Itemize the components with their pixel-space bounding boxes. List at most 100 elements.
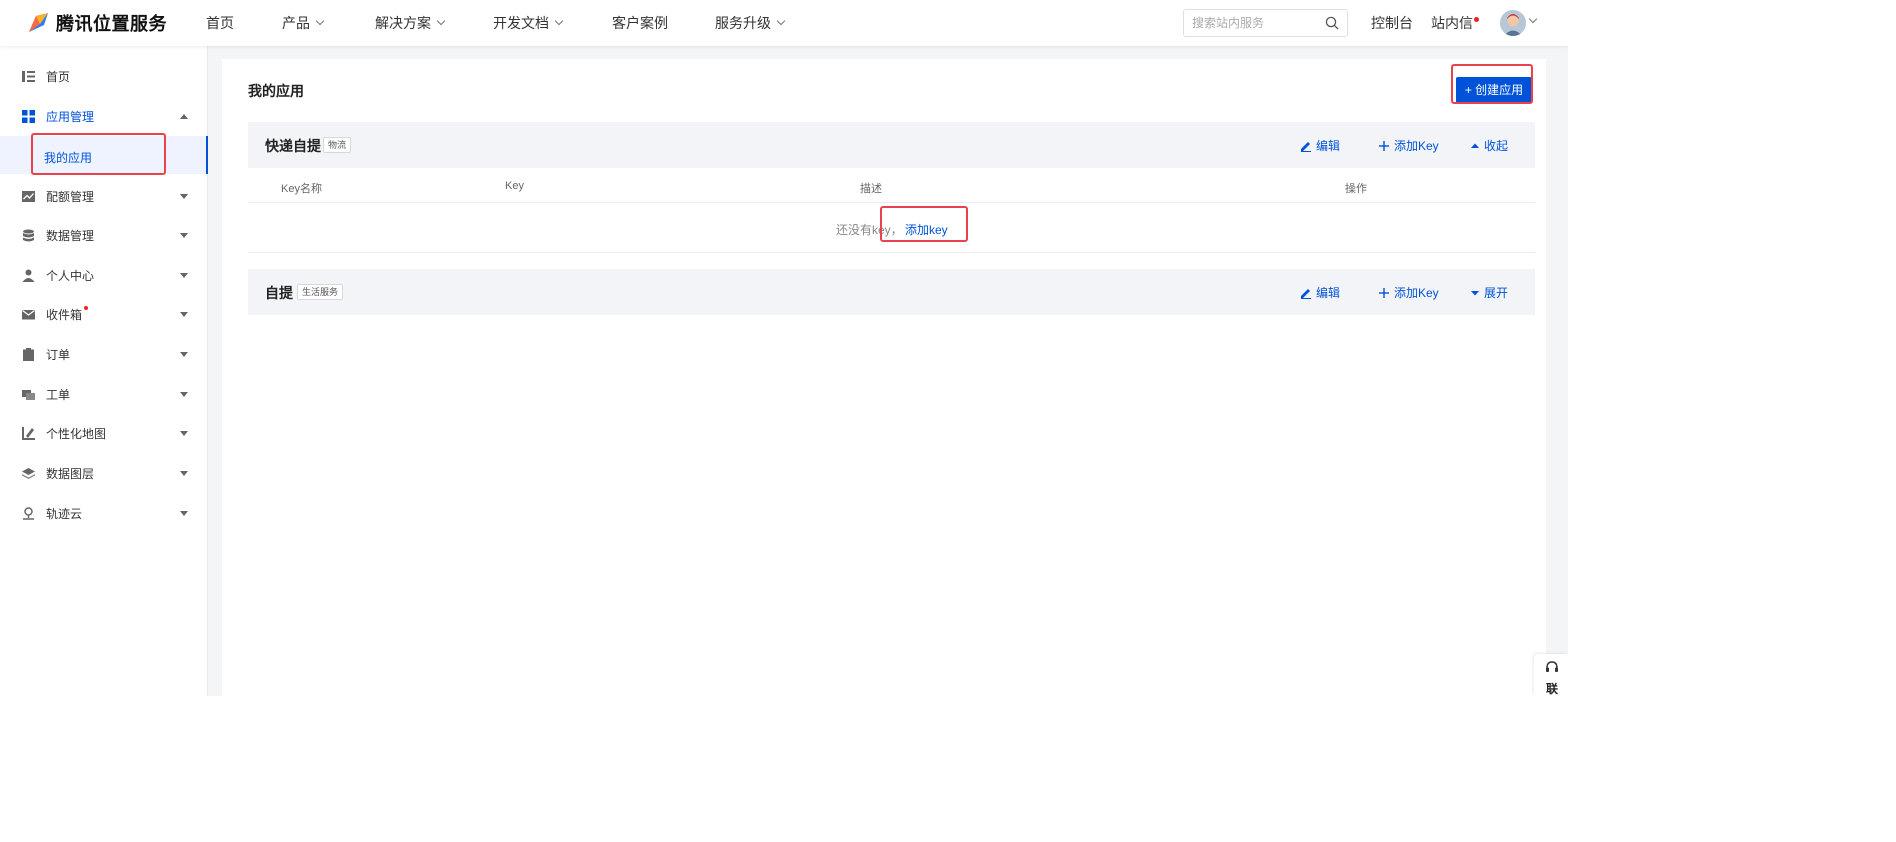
add-key-button[interactable]: 添加Key	[1378, 137, 1439, 154]
layers-icon	[22, 467, 35, 479]
chevron-down-icon	[776, 16, 786, 26]
sidebar-item-label: 轨迹云	[46, 506, 83, 521]
app-root: 腾讯位置服务 首页 产品 解决方案 开发文档 客户案例 服务升级 控制台 站内信	[0, 0, 1568, 696]
sidebar-item-label: 个人中心	[46, 268, 95, 283]
search-input[interactable]	[1192, 15, 1322, 31]
sidebar: 首页 应用管理 我的应用 配额管理 数据管理 个人中心 收件箱 订单 工单 个性…	[0, 46, 208, 696]
column-header-key: Key	[505, 180, 524, 192]
edit-icon	[1301, 141, 1311, 152]
sidebar-item-inbox[interactable]: 收件箱	[0, 294, 208, 334]
edit-label: 编辑	[1316, 286, 1341, 300]
sidebar-item-trajectory-cloud[interactable]: 轨迹云	[0, 493, 208, 533]
chart-icon	[22, 190, 35, 202]
sidebar-item-label: 数据图层	[46, 466, 95, 481]
sidebar-item-quota[interactable]: 配额管理	[0, 176, 208, 216]
support-label: 联	[1546, 682, 1559, 696]
expand-button[interactable]: 展开	[1470, 284, 1508, 301]
sidebar-item-data-layers[interactable]: 数据图层	[0, 453, 208, 493]
nav-solutions-label: 解决方案	[375, 15, 431, 31]
app-category-tag: 生活服务	[297, 284, 344, 300]
app-card-header: 自提 生活服务 编辑 添加Key 展开	[248, 269, 1535, 315]
create-app-button[interactable]: + 创建应用	[1456, 77, 1532, 103]
sidebar-item-label: 数据管理	[46, 228, 95, 243]
ticket-icon	[22, 389, 35, 400]
nav-upgrade-label: 服务升级	[715, 15, 771, 31]
column-header-actions: 操作	[1345, 183, 1367, 195]
caret-down-icon	[180, 311, 188, 317]
sidebar-item-custom-map[interactable]: 个性化地图	[0, 413, 208, 453]
page-title: 我的应用	[248, 83, 304, 99]
caret-down-icon	[180, 272, 188, 278]
sidebar-item-label: 应用管理	[46, 109, 95, 124]
headset-icon	[1546, 661, 1558, 672]
app-category-tag: 物流	[323, 137, 352, 153]
sidebar-item-label: 个性化地图	[46, 426, 107, 441]
database-icon	[23, 229, 34, 241]
plus-icon	[1379, 287, 1389, 298]
column-header-key-name: Key名称	[281, 183, 322, 195]
chevron-down-icon[interactable]	[1528, 14, 1538, 24]
collapse-label: 收起	[1484, 139, 1509, 153]
caret-down-icon	[180, 193, 188, 199]
brand-logo[interactable]: 腾讯位置服务	[26, 10, 167, 36]
sidebar-item-tickets[interactable]: 工单	[0, 374, 208, 414]
brand-name: 腾讯位置服务	[56, 14, 167, 34]
caret-down-icon	[180, 351, 188, 357]
nav-docs[interactable]: 开发文档	[493, 0, 564, 46]
caret-down-icon	[180, 510, 188, 516]
sidebar-item-label: 订单	[46, 347, 71, 362]
edit-button[interactable]: 编辑	[1300, 137, 1340, 154]
inbox-text: 收件箱	[46, 307, 83, 322]
column-header-description: 描述	[860, 183, 882, 195]
nav-products-label: 产品	[282, 15, 310, 31]
edit-icon	[1301, 288, 1311, 299]
nav-cases[interactable]: 客户案例	[612, 0, 668, 46]
nav-docs-label: 开发文档	[493, 15, 549, 31]
sidebar-subitem-label: 我的应用	[44, 151, 93, 165]
sidebar-item-data[interactable]: 数据管理	[0, 215, 208, 255]
sidebar-item-label: 配额管理	[46, 189, 95, 204]
sidebar-item-orders[interactable]: 订单	[0, 334, 208, 374]
sidebar-item-label: 收件箱	[46, 305, 89, 323]
unread-dot	[84, 305, 89, 310]
custom-map-icon	[22, 426, 35, 440]
support-widget[interactable]: 联	[1534, 654, 1568, 696]
list-icon	[22, 70, 35, 82]
expand-label: 展开	[1484, 286, 1509, 300]
collapse-button[interactable]: 收起	[1470, 137, 1508, 154]
sidebar-item-app-management[interactable]: 应用管理	[0, 96, 208, 136]
inbox-link[interactable]: 站内信	[1431, 0, 1479, 46]
caret-down-icon	[180, 391, 188, 397]
caret-down-icon	[1471, 290, 1479, 295]
chevron-down-icon	[554, 16, 564, 26]
avatar[interactable]	[1500, 10, 1526, 36]
location-icon	[23, 506, 34, 520]
caret-down-icon	[180, 470, 188, 476]
add-key-link[interactable]: 添加key	[905, 221, 948, 238]
edit-button[interactable]: 编辑	[1300, 284, 1340, 301]
nav-home[interactable]: 首页	[206, 0, 234, 46]
sidebar-item-profile[interactable]: 个人中心	[0, 255, 208, 295]
app-card-header: 快递自提 物流 编辑 添加Key 收起	[248, 122, 1535, 168]
chevron-down-icon	[315, 16, 325, 26]
console-link[interactable]: 控制台	[1371, 0, 1413, 46]
app-name: 自提	[265, 285, 293, 301]
sidebar-item-home[interactable]: 首页	[0, 56, 208, 96]
nav-cases-label: 客户案例	[612, 15, 668, 31]
main-panel: 我的应用 + 创建应用 快递自提 物流 编辑 添加Key 收起 Key名称 Ke…	[222, 59, 1546, 696]
sidebar-subitem-my-apps[interactable]: 我的应用	[0, 136, 208, 174]
inbox-label: 站内信	[1431, 15, 1473, 31]
table-divider	[248, 202, 1535, 203]
logo-icon	[29, 13, 48, 32]
caret-up-icon	[1471, 143, 1479, 148]
caret-up-icon	[180, 113, 188, 119]
edit-label: 编辑	[1316, 139, 1341, 153]
nav-products[interactable]: 产品	[282, 0, 325, 46]
add-key-label: 添加Key	[1394, 286, 1439, 300]
app-name: 快递自提	[265, 138, 321, 154]
nav-upgrade[interactable]: 服务升级	[715, 0, 786, 46]
add-key-button[interactable]: 添加Key	[1378, 284, 1439, 301]
nav-solutions[interactable]: 解决方案	[375, 0, 446, 46]
add-key-label: 添加Key	[1394, 139, 1439, 153]
search-icon[interactable]	[1325, 16, 1339, 30]
